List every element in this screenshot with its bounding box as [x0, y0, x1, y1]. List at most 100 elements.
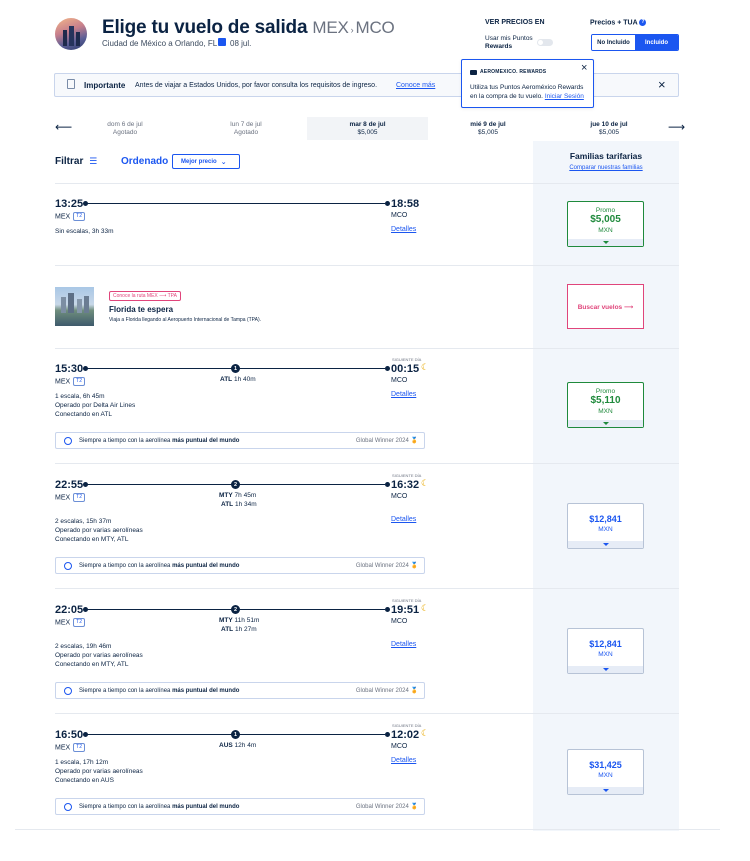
stop-time: 1h 27m: [234, 626, 257, 633]
aeromexico-logo-icon: [470, 70, 477, 75]
tua-included-button[interactable]: Incluido: [635, 35, 678, 50]
stop-time: 12h 4m: [234, 742, 257, 749]
compare-families-link[interactable]: Comparar nuestras familias: [533, 165, 679, 171]
route-tag: Conoce la ruta MEX ⟶ TPA: [109, 291, 181, 301]
details-link[interactable]: Detalles: [391, 226, 416, 233]
timeline-end: [385, 732, 390, 737]
stop-code: ATL: [220, 376, 233, 383]
close-icon[interactable]: ×: [658, 78, 666, 91]
arrival-time: 00:15: [391, 363, 420, 375]
clock-icon: [64, 803, 72, 811]
stop-info: MTY 11h 51m: [219, 617, 259, 624]
filter-label: Filtrar: [55, 156, 84, 167]
origin-code: MEX T2: [55, 212, 86, 221]
fare-currency: MXN: [598, 227, 613, 234]
route-arrow-icon: ›: [350, 25, 354, 35]
route-destination: MCO: [355, 18, 395, 37]
date-cell-4[interactable]: mié 9 de jul $5,005: [428, 117, 548, 140]
winner-label: Global Winner 2024 🏅: [356, 437, 418, 444]
rewards-text-1: Utiliza tus Puntos Aeroméxico Rewards: [470, 84, 584, 91]
details-link[interactable]: Detalles: [391, 641, 416, 648]
departure-time: 22:55: [55, 479, 84, 491]
moon-icon: ☾: [421, 728, 430, 738]
info-icon[interactable]: ?: [639, 19, 647, 26]
fare-button[interactable]: $12,841 MXN: [567, 503, 644, 549]
flight-duration: 2 escalas, 15h 37m: [55, 518, 112, 525]
stop-code: ATL: [221, 501, 234, 508]
departure-time: 13:25: [55, 198, 84, 210]
date-day: mar 8 de jul: [349, 121, 386, 128]
next-date-arrow-icon[interactable]: ⟶: [668, 121, 685, 133]
fare-currency: MXN: [598, 526, 613, 533]
details-link[interactable]: Detalles: [391, 757, 416, 764]
search-flights-button[interactable]: Buscar vuelos ⟶: [567, 284, 644, 329]
points-toggle[interactable]: [537, 39, 553, 46]
operated-by: Operado por varias aerolíneas: [55, 652, 143, 659]
stop-info: MTY 7h 45m: [219, 492, 256, 499]
fare-expand: [568, 541, 643, 548]
date-day: jue 10 de jul: [590, 121, 628, 128]
date-status: $5,005: [599, 129, 619, 136]
popover-close-icon[interactable]: ×: [581, 63, 587, 74]
view-prices-title: VER PRECIOS EN: [485, 19, 545, 26]
origin-text: MEX: [55, 744, 71, 752]
details-link[interactable]: Detalles: [391, 516, 416, 523]
date-status: Agotado: [112, 129, 138, 136]
important-label: Importante: [84, 81, 126, 90]
date-cell-3[interactable]: mar 8 de jul $5,005: [307, 117, 428, 140]
details-link[interactable]: Detalles: [391, 391, 416, 398]
fare-button[interactable]: $12,841 MXN: [567, 628, 644, 674]
origin-text: MEX: [55, 619, 71, 627]
stop-time: 1h 34m: [234, 501, 257, 508]
row-divider: [55, 265, 679, 266]
fare-currency: MXN: [598, 651, 613, 658]
fare-button[interactable]: Promo $5,005 MXN: [567, 201, 644, 247]
sort-value: Mejor precio: [181, 158, 217, 165]
row-divider: [55, 463, 679, 464]
row-divider: [55, 713, 679, 714]
timeline-end: [385, 607, 390, 612]
sort-dropdown[interactable]: Mejor precio ⌄: [172, 154, 240, 169]
promo-label: Promo: [595, 207, 616, 214]
destination-code: MCO: [391, 618, 408, 625]
timeline-end: [385, 366, 390, 371]
fare-price: $31,425: [589, 760, 622, 770]
caret-down-icon: [602, 241, 609, 244]
rewards-popover: AEROMEXICO. REWARDS × Utiliza tus Puntos…: [461, 59, 594, 108]
destination-code: MCO: [391, 377, 408, 384]
login-link[interactable]: Iniciar Sesión: [545, 93, 584, 100]
date-day: dom 6 de jul: [107, 121, 143, 128]
fare-expand: [568, 787, 643, 794]
stop-info: AUS 12h 4m: [219, 742, 256, 749]
date-cell-2[interactable]: lun 7 de jul Agotado: [186, 117, 306, 140]
date-cell-1[interactable]: dom 6 de jul Agotado: [65, 117, 185, 140]
fare-currency: MXN: [598, 772, 613, 779]
learn-more-link[interactable]: Conoce más: [396, 82, 435, 89]
terminal-badge: T2: [73, 377, 86, 386]
next-day-label: SIGUIENTE DÍA: [392, 598, 422, 603]
next-day-label: SIGUIENTE DÍA: [392, 357, 422, 362]
operated-by: Operado por varias aerolíneas: [55, 527, 143, 534]
filter-button[interactable]: Filtrar ☰: [55, 156, 97, 167]
fare-price: $5,005: [590, 214, 621, 225]
departure-time: 22:05: [55, 604, 84, 616]
fare-button[interactable]: Promo $5,110 MXN: [567, 382, 644, 428]
fare-button[interactable]: $31,425 MXN: [567, 749, 644, 795]
tua-not-included-button[interactable]: No Incluido: [592, 35, 635, 50]
stops-count: 2: [231, 605, 240, 614]
on-time-text: Siempre a tiempo con la aerolínea: [79, 437, 171, 444]
date-status: $5,005: [357, 129, 378, 136]
fare-currency: MXN: [598, 408, 613, 415]
stop-code: MTY: [219, 617, 233, 624]
caret-down-icon: [602, 422, 609, 425]
medal-icon: 🏅: [410, 438, 418, 444]
date-cell-5[interactable]: jue 10 de jul $5,005: [549, 117, 669, 140]
on-time-banner: Siempre a tiempo con la aerolínea más pu…: [55, 682, 425, 699]
promo-label: Promo: [595, 388, 616, 395]
document-icon: [67, 79, 75, 89]
departure-time: 15:30: [55, 363, 84, 375]
timeline-end: [385, 482, 390, 487]
medal-icon: 🏅: [410, 804, 418, 810]
stop-time: 11h 51m: [234, 617, 260, 624]
medal-icon: 🏅: [410, 563, 418, 569]
